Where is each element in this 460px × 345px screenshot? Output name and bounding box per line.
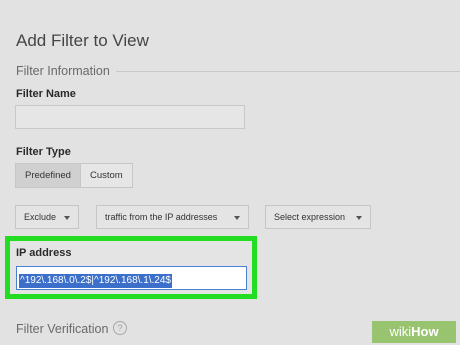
source-dropdown[interactable]: traffic from the IP addresses	[96, 205, 249, 229]
filter-type-label: Filter Type	[16, 146, 71, 158]
action-dropdown[interactable]: Exclude	[15, 205, 79, 229]
tab-predefined[interactable]: Predefined	[16, 164, 81, 187]
ip-address-label: IP address	[16, 247, 72, 259]
watermark-prefix: wiki	[389, 324, 412, 339]
filter-type-toggle: Predefined Custom	[15, 163, 133, 188]
ip-address-value: ^192\.168\.0\.2$|^192\.168\.1\.24$	[19, 274, 172, 288]
chevron-down-icon	[234, 216, 240, 220]
ip-address-highlight: IP address ^192\.168\.0\.2$|^192\.168\.1…	[5, 236, 257, 299]
source-dropdown-value: traffic from the IP addresses	[105, 212, 218, 222]
chevron-down-icon	[64, 216, 70, 220]
question-circle-icon[interactable]: ?	[113, 321, 127, 335]
action-dropdown-value: Exclude	[24, 212, 57, 222]
filter-name-input[interactable]	[15, 105, 245, 129]
ip-address-input[interactable]: ^192\.168\.0\.2$|^192\.168\.1\.24$	[16, 266, 247, 290]
page-title: Add Filter to View	[16, 31, 149, 50]
wikihow-watermark: wikiHow	[372, 321, 456, 343]
filter-information-header: Filter Information	[16, 63, 460, 79]
filter-verification-label: Filter Verification	[16, 322, 109, 336]
section-label: Filter Information	[16, 63, 116, 79]
filter-name-label: Filter Name	[16, 88, 76, 100]
expression-dropdown-value: Select expression	[274, 212, 346, 222]
tab-custom[interactable]: Custom	[80, 164, 132, 187]
expression-dropdown[interactable]: Select expression	[265, 205, 371, 229]
watermark-suffix: How	[411, 324, 439, 339]
chevron-down-icon	[356, 216, 362, 220]
